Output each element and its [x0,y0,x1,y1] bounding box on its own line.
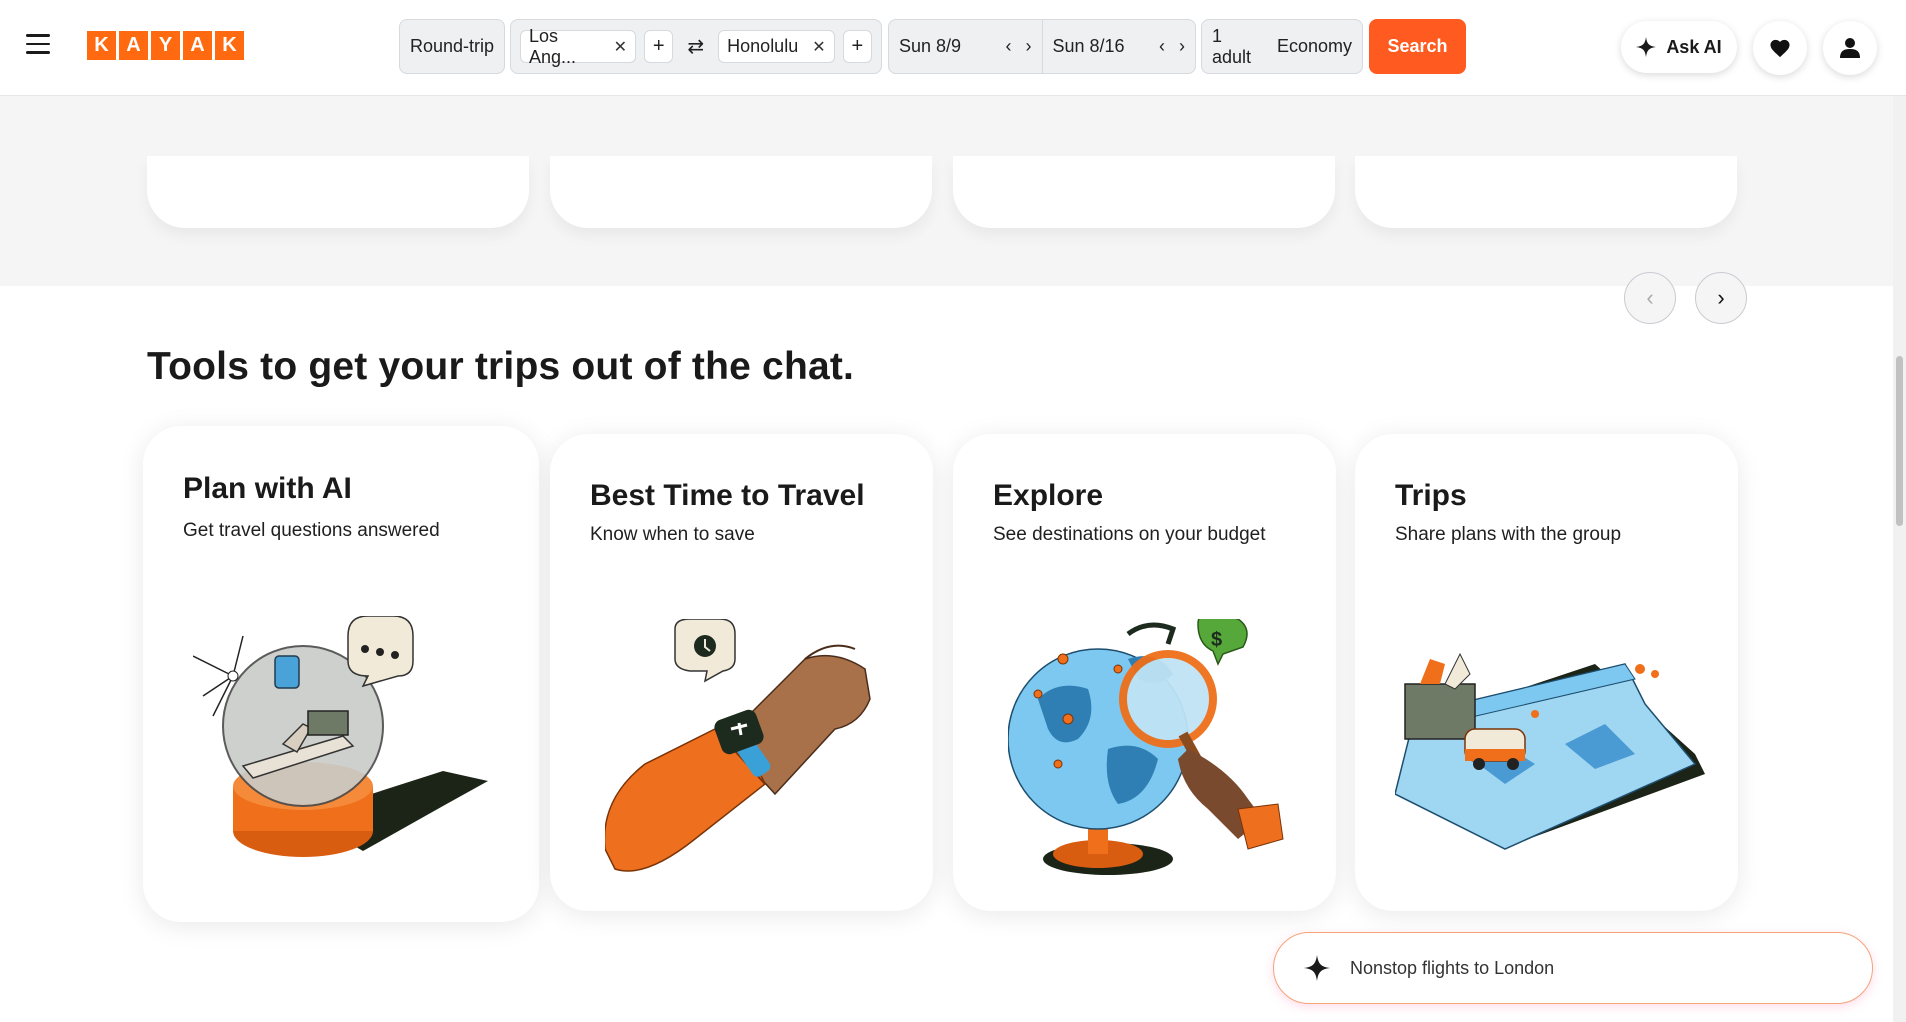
carousel-card[interactable] [147,156,529,228]
chevron-right-icon: › [1717,285,1725,310]
date-field: Sun 8/9 ‹ › Sun 8/16 ‹ › [888,19,1196,74]
trip-type-label: Round-trip [409,36,495,56]
top-header: K A Y A K Round-trip Los Ang... ✕ + ⇄ Ho… [0,0,1906,96]
section-title: Tools to get your trips out of the chat. [147,345,855,388]
globe-magnifier-illustration: $ [1008,619,1284,875]
account-button[interactable] [1823,21,1877,75]
snow-globe-illustration [193,616,488,857]
add-origin-button[interactable]: + [644,30,674,63]
carousel-card[interactable] [550,156,932,228]
scrollbar-thumb[interactable] [1896,356,1903,526]
card-subtitle: Know when to save [590,524,755,545]
chevron-right-icon[interactable]: › [1026,36,1032,57]
trip-type-select[interactable]: Round-trip [399,19,505,74]
travelers-cabin-select[interactable]: 1 adult Economy [1201,19,1363,74]
destination-label: Honolulu [727,36,799,56]
sparkle-icon [1636,37,1657,57]
chevron-right-icon[interactable]: › [1179,36,1185,57]
search-button[interactable]: Search [1369,19,1466,74]
plus-icon: + [652,35,665,57]
tool-card-plan-with-ai[interactable]: Plan with AI Get travel questions answer… [143,426,539,922]
smartwatch-illustration [605,619,871,872]
card-title: Best Time to Travel [590,479,865,512]
tool-card-explore[interactable]: Explore See destinations on your budget … [953,434,1336,911]
route-field: Los Ang... ✕ + ⇄ Honolulu ✕ + [510,19,882,74]
swap-icon[interactable]: ⇄ [681,34,710,59]
chevron-left-icon[interactable]: ‹ [1159,36,1165,57]
origin-chip[interactable]: Los Ang... ✕ [520,26,637,67]
carousel-next-button[interactable]: › [1695,272,1747,324]
chat-prompt-text: Nonstop flights to London [1350,957,1555,978]
logo-letter: A [183,31,212,60]
carousel-prev-button[interactable]: ‹ [1624,272,1676,324]
chevron-left-icon: ‹ [1646,285,1654,310]
origin-label: Los Ang... [529,25,577,67]
add-destination-button[interactable]: + [842,30,872,63]
page-scrollbar[interactable] [1893,96,1906,1022]
tool-card-best-time[interactable]: Best Time to Travel Know when to save [550,434,933,911]
cabin-label: Economy [1276,36,1352,56]
card-subtitle: Get travel questions answered [183,520,440,541]
card-title: Trips [1395,479,1467,512]
menu-icon[interactable] [26,34,52,56]
previous-carousel-section: ‹ › [0,96,1906,324]
close-icon[interactable]: ✕ [812,37,825,57]
ask-ai-label: Ask AI [1666,36,1722,57]
svg-text:$: $ [1211,629,1222,651]
return-date-picker[interactable]: Sun 8/16 ‹ › [1041,20,1196,73]
card-subtitle: See destinations on your budget [993,524,1266,545]
logo-letter: K [87,31,116,60]
card-title: Plan with AI [183,472,352,505]
card-subtitle: Share plans with the group [1395,524,1622,545]
carousel-card[interactable] [953,156,1335,228]
close-icon[interactable]: ✕ [614,37,627,57]
logo-letter: A [119,31,148,60]
kayak-logo[interactable]: K A Y A K [87,31,244,60]
logo-letter: K [215,31,244,60]
heart-icon [1770,39,1790,58]
depart-date-label: Sun 8/9 [899,36,962,56]
favorites-button[interactable] [1753,21,1807,75]
destination-chip[interactable]: Honolulu ✕ [718,30,835,63]
plus-icon: + [851,35,864,57]
card-title: Explore [993,479,1104,512]
ai-chat-input[interactable]: Nonstop flights to London [1273,932,1873,1004]
logo-letter: Y [151,31,180,60]
user-icon [1840,38,1860,58]
ask-ai-button[interactable]: Ask AI [1621,21,1737,73]
carousel-card[interactable] [1355,156,1737,228]
sparkle-icon [1304,955,1330,981]
map-van-illustration [1395,652,1705,850]
tool-card-trips[interactable]: Trips Share plans with the group [1355,434,1738,911]
depart-date-picker[interactable]: Sun 8/9 ‹ › [889,20,1042,73]
chevron-left-icon[interactable]: ‹ [1006,36,1012,57]
return-date-label: Sun 8/16 [1052,36,1125,56]
travelers-label: 1 adult [1212,25,1252,67]
